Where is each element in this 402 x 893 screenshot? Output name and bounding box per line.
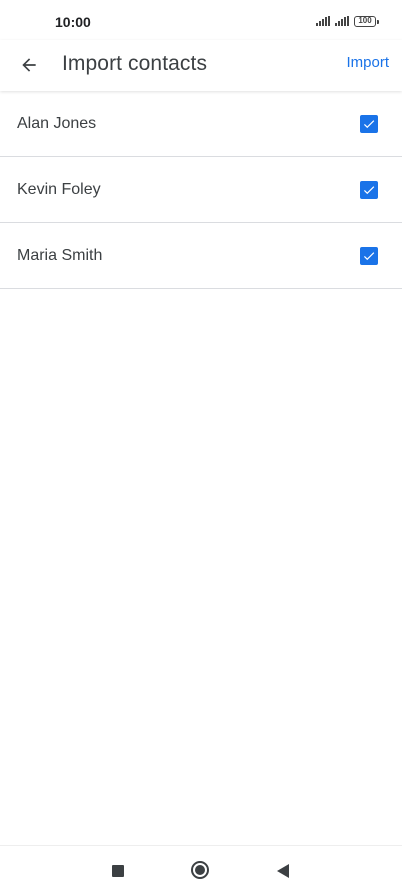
signal-2-icon: [335, 16, 349, 26]
status-time: 10:00: [55, 14, 91, 30]
checkbox-checked-icon[interactable]: [360, 181, 378, 199]
battery-icon: 100: [354, 15, 379, 27]
contact-name: Kevin Foley: [17, 181, 101, 198]
app-bar: Import contacts Import: [0, 40, 402, 91]
contact-row[interactable]: Alan Jones: [0, 91, 402, 157]
contact-list: Alan Jones Kevin Foley Maria Smith: [0, 91, 402, 289]
status-bar: 10:00 100: [0, 0, 402, 40]
system-nav-bar: [0, 845, 402, 893]
checkbox-checked-icon[interactable]: [360, 247, 378, 265]
page-title: Import contacts: [62, 52, 208, 75]
contact-name: Maria Smith: [17, 247, 103, 264]
signal-1-icon: [316, 16, 330, 26]
back-button[interactable]: [12, 48, 46, 82]
arrow-left-icon: [22, 58, 36, 72]
square-icon[interactable]: [112, 865, 124, 877]
checkbox-checked-icon[interactable]: [360, 115, 378, 133]
import-button[interactable]: Import: [346, 54, 389, 71]
battery-level: 100: [358, 16, 372, 25]
contact-name: Alan Jones: [17, 115, 97, 132]
contact-row[interactable]: Kevin Foley: [0, 157, 402, 223]
triangle-back-icon[interactable]: [277, 864, 289, 878]
status-icons: 100: [316, 14, 379, 28]
contact-row[interactable]: Maria Smith: [0, 223, 402, 289]
circle-icon[interactable]: [191, 861, 209, 879]
